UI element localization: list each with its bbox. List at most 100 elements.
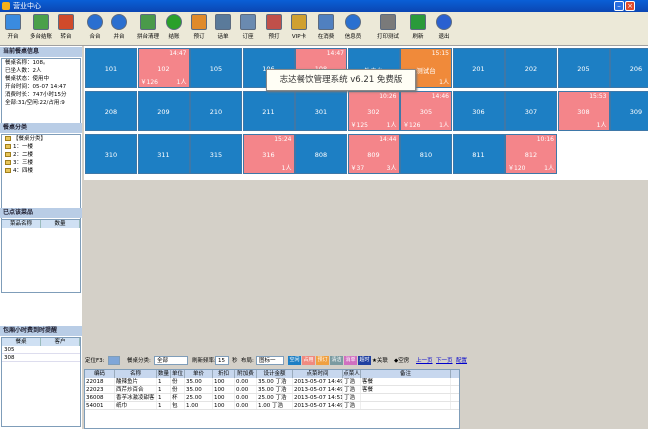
refresh-input[interactable]: 15 <box>215 356 229 365</box>
table-row[interactable]: 22023 西芹炒百合 1 份 35.00 100 0.00 35.00 丁浩 2013-05-… <box>85 386 459 394</box>
toolbar-label: 多台结账 <box>29 34 52 40</box>
prev-page-link[interactable]: 上一页 <box>416 356 433 366</box>
table-tile-309[interactable]: 309 <box>610 91 648 131</box>
table-tile-307[interactable]: 307 <box>505 91 557 131</box>
table-tile-211[interactable]: 211 <box>242 91 295 131</box>
merge-table-icon <box>87 14 103 30</box>
table-tile-305[interactable]: 305 14:46 ￥126 1人 <box>400 91 452 131</box>
status-legend-chip: 超时 <box>358 356 371 365</box>
hourly-cell: 305 <box>4 347 15 353</box>
table-row[interactable]: 305 <box>2 346 80 354</box>
toolbar-button-14[interactable]: 打印测试 <box>373 14 403 44</box>
hourly-reminder-title: 包厢小时费到时提醒 <box>0 326 82 336</box>
info-line: 餐桌名称：108。 <box>5 60 49 66</box>
toolbar-label: 拼台清理 <box>136 34 159 40</box>
table-tile-809[interactable]: 809 14:44 ￥37 3人 <box>347 134 400 174</box>
table-row[interactable]: 308 <box>2 354 80 362</box>
toolbar-label: VIP卡 <box>291 34 307 40</box>
tree-root[interactable]: 【餐桌分类】 <box>2 135 80 143</box>
table-tile-811[interactable]: 811 <box>452 134 505 174</box>
table-tile-105[interactable]: 105 <box>190 48 242 88</box>
table-row[interactable]: 36008 香芋冰激凌甜客 1 杯 25.00 100 0.00 25.00 丁浩 2013-0… <box>85 394 459 402</box>
toolbar-button-9[interactable]: 订座 <box>237 14 259 44</box>
toolbar-button-7[interactable]: 预订 <box>188 14 210 44</box>
table-row[interactable]: 54001 纸巾 1 包 1.00 100 0.00 1.00 丁浩 2013-05-07 14… <box>85 402 459 410</box>
table-number: 307 <box>524 108 538 116</box>
toolbar-button-12[interactable]: 在消费 <box>315 14 337 44</box>
table-number: 201 <box>472 65 485 73</box>
bill-header-cell: 设计金额 <box>257 370 293 378</box>
toolbar-button-1[interactable]: 多台结账 <box>26 14 56 44</box>
toolbar-label: 刷新 <box>412 34 424 40</box>
table-tile-301[interactable]: 301 <box>295 91 347 131</box>
toolbar-button-13[interactable]: 信息员 <box>342 14 364 44</box>
tree-item[interactable]: 2：二楼 <box>2 151 80 159</box>
toolbar-button-16[interactable]: 退出 <box>433 14 455 44</box>
locate-input[interactable] <box>108 356 120 365</box>
tree-item[interactable]: 4：四楼 <box>2 167 80 175</box>
table-tile-310[interactable]: 310 <box>85 134 137 174</box>
table-tile-311[interactable]: 311 <box>137 134 190 174</box>
table-tile-208[interactable]: 208 <box>85 91 137 131</box>
table-tile-101[interactable]: 101 <box>85 48 137 88</box>
hourly-cell <box>41 354 80 361</box>
toolbar-button-15[interactable]: 刷新 <box>407 14 429 44</box>
toolbar-button-8[interactable]: 话单 <box>212 14 234 44</box>
category-select[interactable]: 全部 <box>154 356 188 365</box>
table-tile-316[interactable]: 316 15:24 1人 <box>242 134 295 174</box>
status-legend-chip: 空闲 <box>288 356 301 365</box>
layout-select[interactable]: 图标一 <box>256 356 284 365</box>
folder-icon <box>5 160 11 165</box>
reserve-seat-icon <box>240 14 256 30</box>
table-tile-209[interactable]: 209 <box>137 91 190 131</box>
table-row[interactable]: 22018 酸辣鱼片 1 份 35.00 100 0.00 35.00 丁浩 2013-05-0… <box>85 378 459 386</box>
bill-cell: 客餐 <box>361 386 451 393</box>
table-tile-206[interactable]: 206 <box>610 48 648 88</box>
table-tile-812[interactable]: 812 10:16 ￥120 1人 <box>505 134 557 174</box>
table-tile-810[interactable]: 810 <box>400 134 452 174</box>
category-title: 餐桌分类 <box>0 123 82 133</box>
toolbar-button-6[interactable]: 结账 <box>163 14 185 44</box>
table-tile-205[interactable]: 205 <box>557 48 610 88</box>
table-tile-102[interactable]: 102 14:47 ￥126 1人 <box>137 48 190 88</box>
table-tile-306[interactable]: 306 <box>452 91 505 131</box>
toolbar-button-4[interactable]: 并台 <box>108 14 130 44</box>
bill-cell: 22018 <box>85 378 115 385</box>
toolbar-label: 结账 <box>168 34 180 40</box>
hotkey-label: 定位F3: <box>85 358 105 364</box>
table-open-time: 10:26 <box>379 93 397 100</box>
table-tile-210[interactable]: 210 <box>190 91 242 131</box>
bill-cell: 1 <box>157 394 171 401</box>
tree-item-label: 3：三楼 <box>13 160 33 166</box>
tree-item[interactable]: 1：一楼 <box>2 143 80 151</box>
table-tile-315[interactable]: 315 <box>190 134 242 174</box>
minimize-button[interactable]: – <box>614 1 624 11</box>
refresh-icon <box>410 14 426 30</box>
bill-cell: 2013-05-07 14:49 <box>294 378 343 385</box>
app-icon <box>2 2 10 10</box>
table-number: 309 <box>629 108 643 116</box>
toolbar-button-11[interactable]: VIP卡 <box>288 14 310 44</box>
table-tile-202[interactable]: 202 <box>505 48 557 88</box>
toolbar-button-0[interactable]: 开台 <box>2 14 24 44</box>
config-link[interactable]: 配置 <box>456 356 467 366</box>
bill-cell: 2013-05-07 14:51 <box>294 394 343 401</box>
table-tile-201[interactable]: 201 <box>452 48 505 88</box>
table-tile-808[interactable]: 808 <box>295 134 347 174</box>
ordered-header-name: 菜品名称 <box>2 220 41 228</box>
table-number: 809 <box>367 151 380 159</box>
toolbar-button-5[interactable]: 拼台清理 <box>133 14 163 44</box>
tree-item[interactable]: 3：三楼 <box>2 159 80 167</box>
next-page-link[interactable]: 下一页 <box>436 356 453 366</box>
table-tile-308[interactable]: 308 15:53 1人 <box>557 91 610 131</box>
toolbar-label: 打印测试 <box>376 34 399 40</box>
toolbar-button-2[interactable]: 转台 <box>55 14 77 44</box>
close-button[interactable]: × <box>625 1 635 11</box>
table-number: 105 <box>209 65 223 73</box>
bill-cell: 100 <box>213 386 235 393</box>
toolbar-button-10[interactable]: 预打 <box>263 14 285 44</box>
toolbar-button-3[interactable]: 合台 <box>84 14 106 44</box>
ordered-dish-title: 已点该菜品 <box>0 208 82 218</box>
bill-cell: 25.00 丁浩 <box>257 394 293 401</box>
table-tile-302[interactable]: 302 10:26 ￥125 1人 <box>347 91 400 131</box>
